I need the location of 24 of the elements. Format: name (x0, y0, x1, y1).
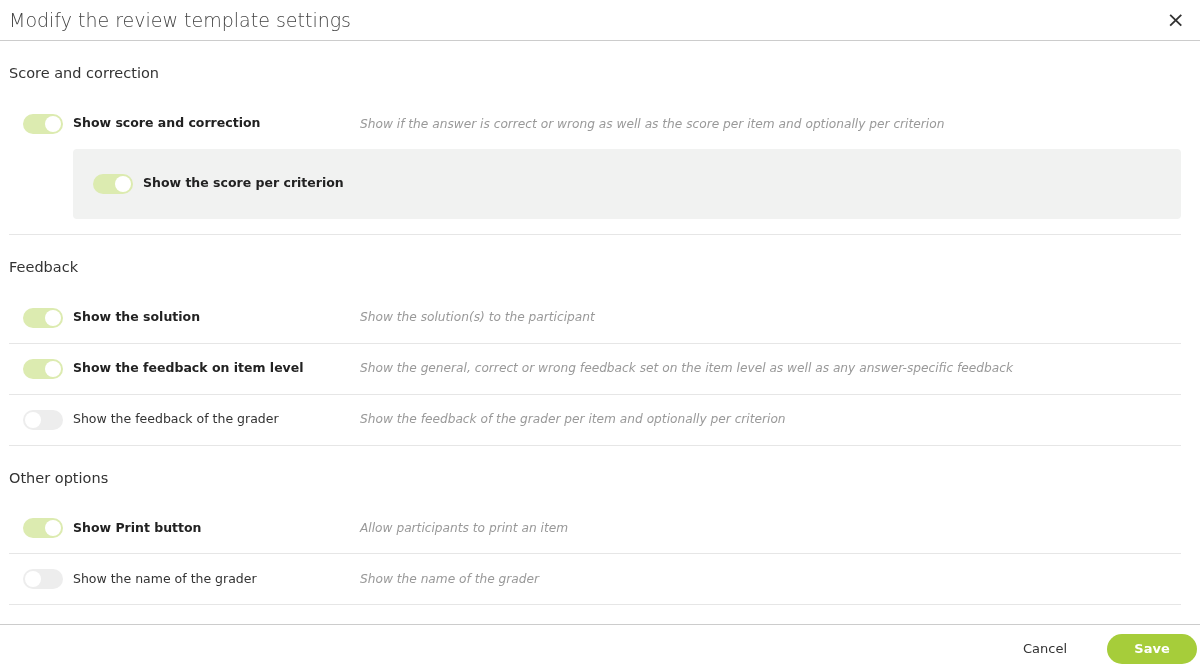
option-label: Show the feedback on item level (72, 359, 305, 378)
option-description: Allow participants to print an item (360, 520, 569, 538)
option-label: Show the solution (72, 308, 202, 327)
option-description: Show the feedback of the grader per item and optionally per criterion (360, 411, 786, 429)
option-description: Show the name of the grader (360, 571, 540, 589)
toggle-switch[interactable] (93, 173, 133, 194)
option-label: Show the feedback of the grader (72, 410, 280, 429)
option-label: Show score and correction (72, 114, 262, 133)
close-button[interactable]: × (1160, 9, 1191, 31)
toggle-switch[interactable] (23, 113, 63, 134)
option-label: Show Print button (72, 518, 203, 537)
option-label: Show the name of the grader (72, 569, 258, 588)
section-title: Other options (9, 468, 110, 488)
option-description: Show the solution(s) to the participant (360, 309, 595, 327)
option-description: Show the general, correct or wrong feedback set on the item level as well as any answer-specific feedback (360, 360, 1014, 378)
option-description: Show if the answer is correct or wrong as well as the score per item and optionally per criterion (360, 115, 945, 133)
dialog-title: Modify the review template settings (9, 7, 351, 33)
cancel-button[interactable]: Cancel (1016, 637, 1073, 660)
toggle-switch[interactable] (23, 358, 63, 379)
toggle-switch[interactable] (23, 518, 63, 539)
option-label: Show the score per criterion (142, 174, 345, 193)
toggle-switch[interactable] (23, 307, 63, 328)
section-title: Feedback (9, 257, 80, 277)
section-title: Score and correction (9, 64, 160, 83)
